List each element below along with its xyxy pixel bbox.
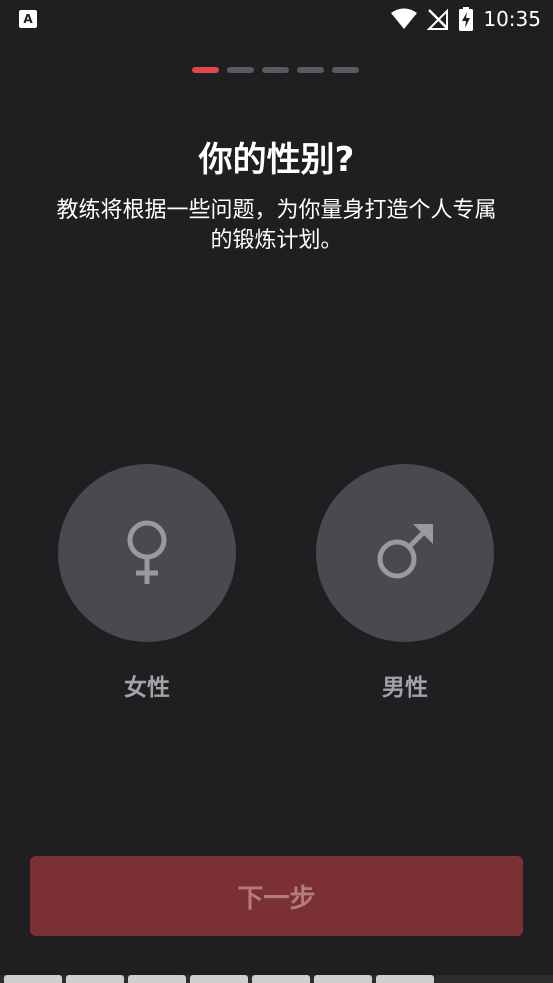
male-option-label: 男性 bbox=[382, 675, 428, 701]
status-bar: A 10:35 bbox=[0, 0, 553, 38]
recent-app-thumbnail[interactable] bbox=[314, 975, 372, 983]
battery-charging-icon bbox=[459, 7, 474, 31]
female-symbol-icon bbox=[127, 520, 167, 584]
progress-step-3 bbox=[262, 67, 289, 73]
wifi-icon bbox=[391, 8, 418, 29]
female-option[interactable]: 女性 bbox=[58, 464, 236, 702]
app-notification-icon: A bbox=[19, 10, 37, 28]
progress-step-5 bbox=[332, 67, 359, 73]
recent-app-thumbnail[interactable] bbox=[252, 975, 310, 983]
recent-app-thumbnail[interactable] bbox=[4, 975, 62, 983]
female-option-label: 女性 bbox=[124, 675, 170, 701]
female-option-circle[interactable] bbox=[58, 464, 236, 642]
male-option-circle[interactable] bbox=[316, 464, 494, 642]
next-button[interactable]: 下一步 bbox=[30, 856, 523, 936]
recent-app-thumbnail[interactable] bbox=[128, 975, 186, 983]
recent-app-thumbnail[interactable] bbox=[190, 975, 248, 983]
onboarding-progress bbox=[192, 67, 359, 73]
page-subtitle: 教练将根据一些问题，为你量身打造个人专属的锻炼计划。 bbox=[56, 198, 497, 253]
recent-apps-strip bbox=[0, 975, 553, 983]
status-time: 10:35 bbox=[483, 7, 541, 31]
status-icons: 10:35 bbox=[391, 6, 541, 32]
recent-app-thumbnail[interactable] bbox=[376, 975, 434, 983]
page-title: 你的性别? bbox=[198, 140, 355, 180]
no-signal-icon bbox=[427, 8, 449, 30]
male-symbol-icon bbox=[377, 524, 433, 579]
progress-step-2 bbox=[227, 67, 254, 73]
recent-app-thumbnail[interactable] bbox=[66, 975, 124, 983]
progress-step-1 bbox=[192, 67, 219, 73]
male-option[interactable]: 男性 bbox=[316, 464, 494, 702]
progress-step-4 bbox=[297, 67, 324, 73]
